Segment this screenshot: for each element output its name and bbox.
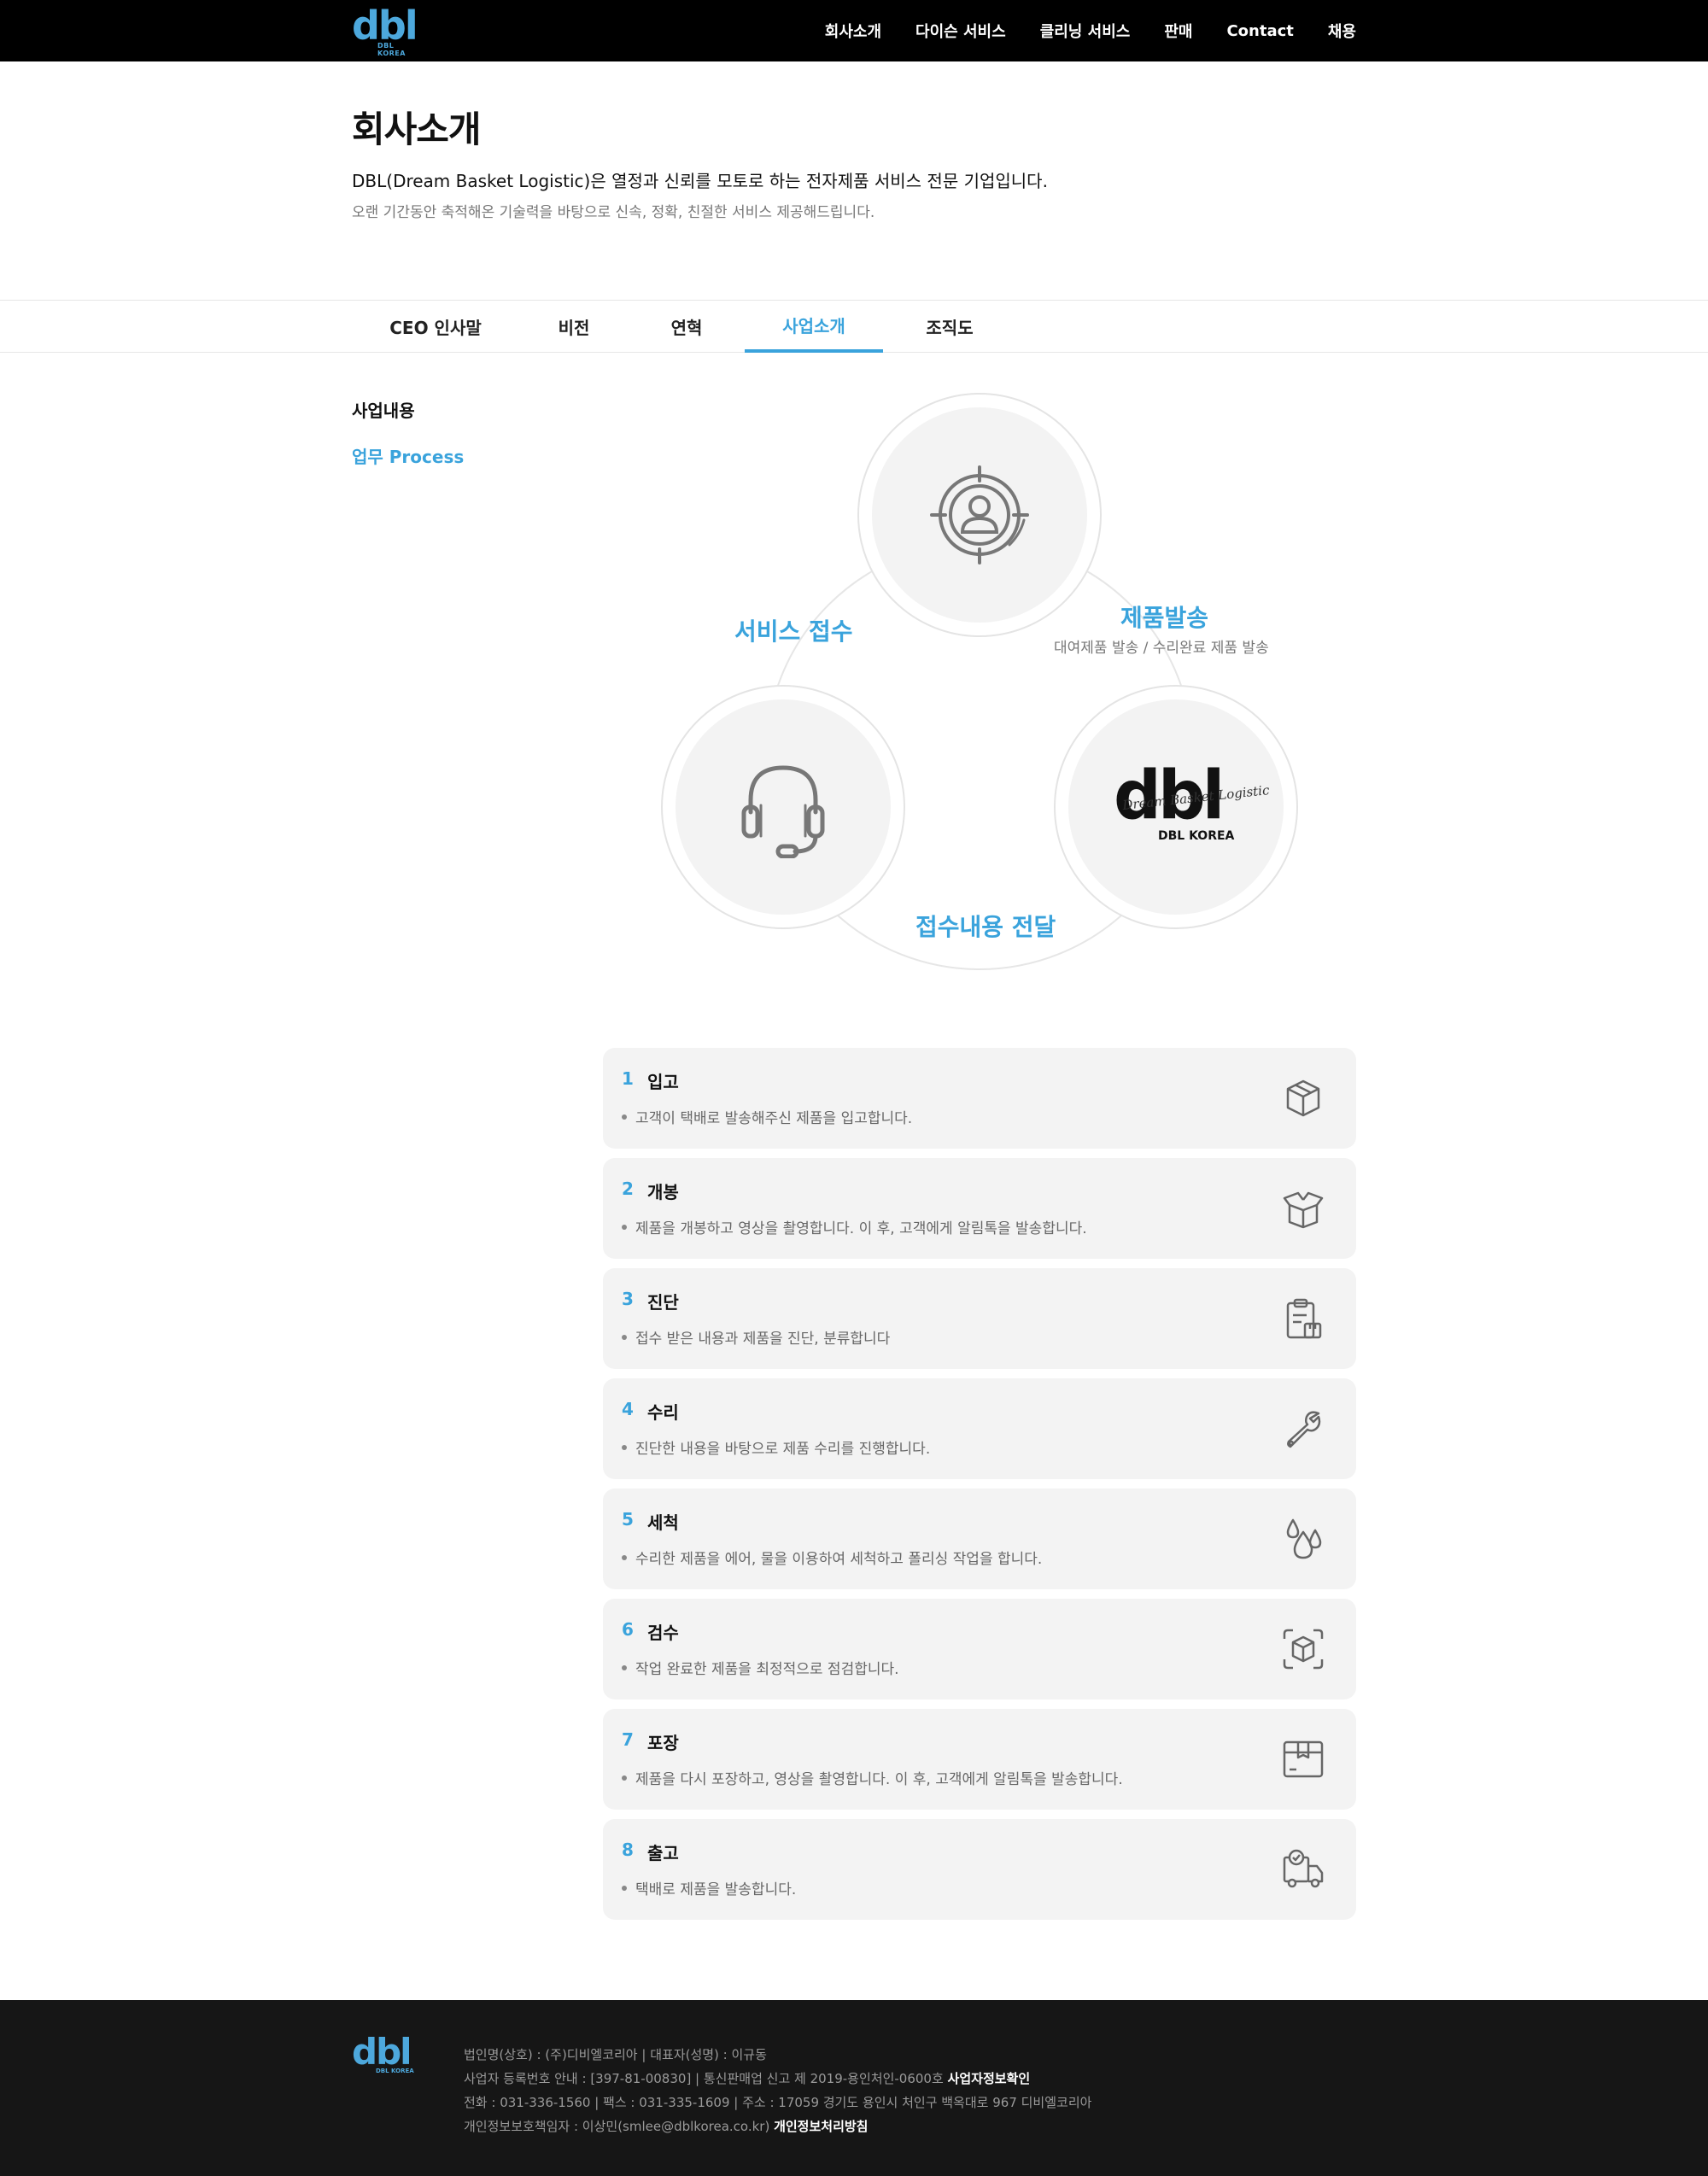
step-description: 진단한 내용을 바탕으로 제품 수리를 진행합니다. <box>622 1436 930 1458</box>
business-registration-line: 사업자 등록번호 안내 : [397-81-00830] | 통신판매업 신고 … <box>464 2067 1091 2091</box>
service-cycle-diagram: dbl Dream Basket Logistic DBL KOREA 서비스 … <box>598 376 1366 974</box>
step-title: 출고 <box>647 1843 679 1863</box>
delivery-truck-icon <box>1283 1849 1324 1888</box>
nav-item-company[interactable]: 회사소개 <box>825 20 881 42</box>
dbl-korea-logo: dbl Dream Basket Logistic DBL KOREA <box>1103 758 1270 850</box>
step-description: 수리한 제품을 에어, 물을 이용하여 세척하고 폴리싱 작업을 합니다. <box>622 1547 1042 1568</box>
intro-subtext: 오랜 기간동안 축적해온 기술력을 바탕으로 신속, 정확, 친절한 서비스 제… <box>352 204 875 221</box>
tab-organization[interactable]: 조직도 <box>907 301 992 353</box>
step-description: 제품을 다시 포장하고, 영상을 촬영합니다. 이 후, 고객에게 알림톡을 발… <box>622 1767 1123 1788</box>
process-step-packaging: 7 포장 제품을 다시 포장하고, 영상을 촬영합니다. 이 후, 고객에게 알… <box>603 1709 1356 1810</box>
step-number: 1 <box>622 1068 634 1089</box>
tab-bar: CEO 인사말 비전 연혁 사업소개 조직도 <box>0 300 1708 353</box>
step-number: 2 <box>622 1179 634 1199</box>
step-description: 택배로 제품을 발송합니다. <box>622 1877 796 1898</box>
diagram-logo-sub: DBL KOREA <box>1158 829 1235 843</box>
privacy-officer-line: 개인정보보호책임자 : 이상민(smlee@dblkorea.co.kr) 개인… <box>464 2115 1091 2138</box>
nav-item-sales[interactable]: 판매 <box>1164 20 1192 42</box>
privacy-policy-link[interactable]: 개인정보처리방침 <box>774 2119 868 2134</box>
clipboard-icon <box>1286 1298 1322 1339</box>
company-name-line: 법인명(상호) : (주)디비엘코리아 | 대표자(성명) : 이규동 <box>464 2047 767 2062</box>
tab-business[interactable]: 사업소개 <box>745 301 883 353</box>
circle-right: dbl Dream Basket Logistic DBL KOREA <box>1054 685 1298 929</box>
package-icon <box>1283 1740 1324 1778</box>
wrench-icon <box>1287 1411 1321 1448</box>
site-header: dbl DBL KOREA 회사소개 다이슨 서비스 클리닝 서비스 판매 Co… <box>0 0 1708 61</box>
tab-vision[interactable]: 비전 <box>531 301 617 353</box>
process-step-opening: 2 개봉 제품을 개봉하고 영상을 촬영합니다. 이 후, 고객에게 알림톡을 … <box>603 1158 1356 1259</box>
step-description: 고객이 택배로 발송해주신 제품을 입고합니다. <box>622 1106 912 1127</box>
process-step-repair: 4 수리 진단한 내용을 바탕으로 제품 수리를 진행합니다. <box>603 1378 1356 1479</box>
nav-item-dyson-service[interactable]: 다이슨 서비스 <box>915 20 1006 42</box>
process-step-diagnosis: 3 진단 접수 받은 내용과 제품을 진단, 분류합니다 <box>603 1268 1356 1369</box>
logo-subtext: DBL KOREA <box>377 42 406 57</box>
circle-top <box>857 393 1102 637</box>
step-number: 3 <box>622 1289 634 1309</box>
step-number: 7 <box>622 1729 634 1750</box>
process-step-inspection: 6 검수 작업 완료한 제품을 최정적으로 점검합니다. <box>603 1599 1356 1699</box>
scan-box-icon <box>1283 1629 1324 1670</box>
headset-icon <box>741 765 825 858</box>
site-footer: dbl DBL KOREA 법인명(상호) : (주)디비엘코리아 | 대표자(… <box>0 2000 1708 2176</box>
box-icon <box>1286 1079 1320 1117</box>
step-number: 8 <box>622 1840 634 1860</box>
nav-item-contact[interactable]: Contact <box>1226 22 1293 40</box>
step-title: 진단 <box>647 1292 679 1313</box>
privacy-officer-text: 개인정보보호책임자 : 이상민(smlee@dblkorea.co.kr) <box>464 2119 770 2134</box>
contact-address-line: 전화 : 031-336-1560 | 팩스 : 031-335-1609 | … <box>464 2095 1092 2110</box>
circle-left <box>661 685 905 929</box>
tab-ceo-greeting[interactable]: CEO 인사말 <box>376 301 495 353</box>
main-nav: 회사소개 다이슨 서비스 클리닝 서비스 판매 Contact 채용 <box>825 0 1356 61</box>
step-title: 세척 <box>647 1512 679 1533</box>
target-user-icon <box>930 465 1029 564</box>
step-description: 접수 받은 내용과 제품을 진단, 분류합니다 <box>622 1326 890 1348</box>
step-title: 검수 <box>647 1623 679 1643</box>
page-title: 회사소개 <box>352 108 482 150</box>
step-title: 수리 <box>647 1402 679 1423</box>
open-box-icon <box>1283 1191 1324 1229</box>
label-product-shipping: 제품발송 <box>1120 604 1209 632</box>
water-drops-icon <box>1286 1518 1322 1559</box>
step-title: 입고 <box>647 1072 679 1092</box>
nav-item-recruit[interactable]: 채용 <box>1328 20 1356 42</box>
step-number: 5 <box>622 1509 634 1530</box>
step-description: 작업 완료한 제품을 최정적으로 점검합니다. <box>622 1657 899 1678</box>
step-title: 개봉 <box>647 1182 679 1202</box>
step-description: 제품을 개봉하고 영상을 촬영합니다. 이 후, 고객에게 알림톡을 발송합니다… <box>622 1216 1087 1237</box>
step-title: 포장 <box>647 1733 679 1753</box>
label-reception-transfer: 접수내용 전달 <box>915 913 1056 941</box>
label-product-shipping-desc: 대여제품 발송 / 수리완료 제품 발송 <box>1054 640 1269 657</box>
process-step-cleaning: 5 세척 수리한 제품을 에어, 물을 이용하여 세척하고 폴리싱 작업을 합니… <box>603 1489 1356 1589</box>
side-menu-process-link[interactable]: 업무 Process <box>352 443 464 468</box>
intro-text: DBL(Dream Basket Logistic)은 열정과 신뢰를 모토로 … <box>352 171 1048 191</box>
process-step-shipping: 8 출고 택배로 제품을 발송합니다. <box>603 1819 1356 1920</box>
business-registration-text: 사업자 등록번호 안내 : [397-81-00830] | 통신판매업 신고 … <box>464 2071 944 2086</box>
business-info-link[interactable]: 사업자정보확인 <box>948 2071 1031 2086</box>
step-number: 4 <box>622 1399 634 1419</box>
nav-item-cleaning-service[interactable]: 클리닝 서비스 <box>1040 20 1131 42</box>
footer-logo[interactable]: dbl DBL KOREA <box>352 2031 429 2079</box>
process-step-receiving: 1 입고 고객이 택배로 발송해주신 제품을 입고합니다. <box>603 1048 1356 1149</box>
tab-history[interactable]: 연혁 <box>644 301 729 353</box>
step-number: 6 <box>622 1619 634 1640</box>
footer-logo-subtext: DBL KOREA <box>376 2068 414 2074</box>
label-service-reception: 서비스 접수 <box>734 617 853 646</box>
site-logo[interactable]: dbl DBL KOREA <box>352 3 420 57</box>
company-info: 법인명(상호) : (주)디비엘코리아 | 대표자(성명) : 이규동 사업자 … <box>464 2043 1091 2138</box>
side-menu-title: 사업내용 <box>352 401 415 421</box>
